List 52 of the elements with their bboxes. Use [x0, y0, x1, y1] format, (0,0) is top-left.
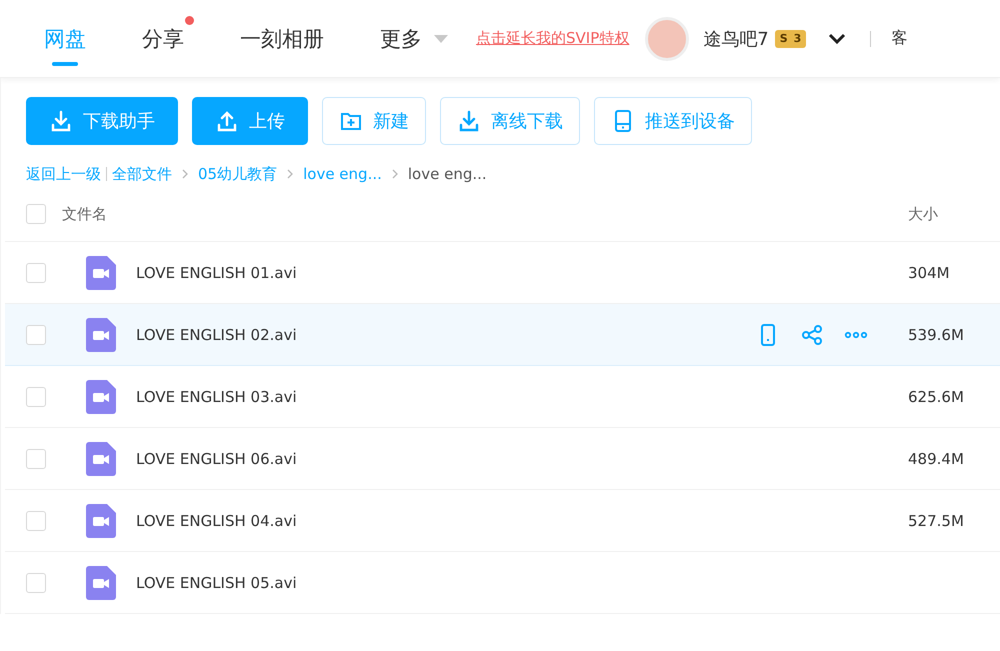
notification-dot	[185, 16, 194, 24]
file-size: 625.6M	[908, 388, 965, 406]
video-file-icon	[86, 504, 116, 538]
file-size: 304M	[908, 264, 951, 282]
nav-tab[interactable]: 分享	[142, 0, 194, 78]
nav-tab[interactable]: 一刻相册	[240, 0, 334, 78]
file-name: LOVE ENGLISH 06.avi	[136, 450, 298, 468]
file-name: LOVE ENGLISH 03.avi	[136, 388, 298, 406]
file-name: LOVE ENGLISH 02.avi	[136, 326, 298, 344]
download-icon	[49, 109, 73, 133]
file-row[interactable]: LOVE ENGLISH 02.avi 539.6M	[5, 304, 1000, 366]
badge-level: 3	[794, 32, 802, 45]
row-checkbox[interactable]	[26, 510, 46, 530]
video-file-icon	[86, 318, 116, 352]
row-checkbox[interactable]	[26, 572, 46, 592]
video-file-icon	[86, 566, 116, 600]
nav-item[interactable]: 客	[891, 28, 908, 49]
caret-icon	[434, 34, 448, 42]
column-header[interactable]: 大小	[908, 204, 1000, 224]
row-checkbox[interactable]	[26, 262, 46, 282]
video-file-icon	[86, 256, 116, 290]
row-checkbox[interactable]	[26, 448, 46, 468]
nav-tab-label: 分享	[142, 26, 184, 52]
file-name: LOVE ENGLISH 05.avi	[136, 574, 298, 592]
row-checkbox[interactable]	[26, 324, 46, 344]
nav-tab-label: 网盘	[44, 26, 86, 52]
chevron-right-icon	[390, 169, 400, 179]
badge-letter: S	[780, 32, 788, 45]
nav-tab[interactable]: 更多	[380, 0, 458, 78]
column-header[interactable]: 文件名	[62, 204, 908, 224]
file-size: 539.6M	[908, 326, 965, 344]
avatar[interactable]	[645, 16, 690, 60]
nav-tab-label: 更多	[380, 26, 422, 52]
svip-promo-link[interactable]: 点击延长我的SVIP特权	[476, 29, 630, 48]
video-file-icon	[86, 380, 116, 414]
upload-icon	[215, 109, 239, 133]
row-checkbox[interactable]	[26, 386, 46, 406]
breadcrumb-item[interactable]: love eng...	[408, 165, 487, 183]
chevron-right-icon	[180, 169, 190, 179]
user-name: 途鸟吧7	[703, 28, 769, 50]
chevron-right-icon	[285, 169, 296, 179]
file-size: 489.4M	[908, 450, 965, 468]
download-icon	[457, 109, 481, 133]
file-size: 527.5M	[908, 512, 965, 530]
chevron-down-icon[interactable]	[828, 32, 846, 44]
file-name: LOVE ENGLISH 04.avi	[136, 512, 298, 530]
share-icon[interactable]	[800, 322, 824, 346]
file-name: LOVE ENGLISH 01.avi	[136, 264, 298, 282]
select-all-checkbox[interactable]	[26, 204, 46, 224]
active-tab-indicator	[52, 62, 78, 66]
nav-tab-label: 一刻相册	[240, 26, 324, 52]
video-file-icon	[86, 442, 116, 476]
